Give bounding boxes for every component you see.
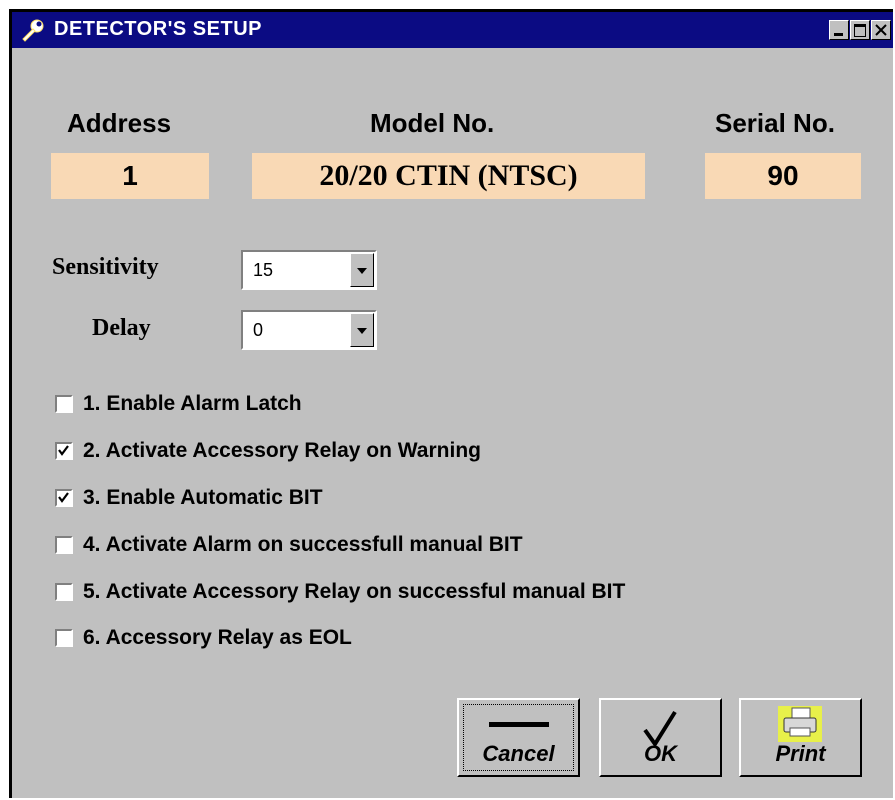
sensitivity-value: 15 <box>253 260 274 280</box>
option-label: 1. Enable Alarm Latch <box>83 392 302 415</box>
model-value: 20/20 CTIN (NTSC) <box>252 153 645 199</box>
printer-icon <box>778 706 822 742</box>
ok-button[interactable]: OK <box>599 698 722 777</box>
window-title: DETECTOR'S SETUP <box>54 18 262 40</box>
serial-label: Serial No. <box>715 108 835 138</box>
option-label: 4. Activate Alarm on successfull manual … <box>83 533 523 556</box>
cancel-label: Cancel <box>482 741 555 766</box>
title-bar[interactable]: DETECTOR'S SETUP <box>12 12 893 48</box>
option-checkbox[interactable] <box>55 536 73 554</box>
delay-value: 0 <box>253 320 264 340</box>
option-label: 6. Accessory Relay as EOL <box>83 626 352 649</box>
print-button[interactable]: Print <box>739 698 862 777</box>
minimize-button[interactable] <box>829 20 849 40</box>
minus-icon <box>489 722 549 727</box>
sensitivity-select[interactable]: 15 <box>241 250 377 290</box>
option-label: 5. Activate Accessory Relay on successfu… <box>83 580 626 603</box>
delay-label: Delay <box>92 315 151 341</box>
option-row[interactable]: 4. Activate Alarm on successfull manual … <box>55 531 523 559</box>
detector-setup-window: DETECTOR'S SETUP Address Model No. Seria… <box>9 9 893 798</box>
option-label: 2. Activate Accessory Relay on Warning <box>83 439 481 462</box>
ok-label: OK <box>644 741 677 766</box>
option-row[interactable]: 3. Enable Automatic BIT <box>55 484 323 512</box>
chevron-down-icon[interactable] <box>350 253 374 287</box>
option-checkbox[interactable] <box>55 583 73 601</box>
delay-select[interactable]: 0 <box>241 310 377 350</box>
option-checkbox[interactable] <box>55 442 73 460</box>
option-checkbox[interactable] <box>55 489 73 507</box>
serial-value: 90 <box>705 153 861 199</box>
checkmark-icon <box>58 445 69 456</box>
option-row[interactable]: 6. Accessory Relay as EOL <box>55 624 352 652</box>
option-label: 3. Enable Automatic BIT <box>83 486 323 509</box>
option-checkbox[interactable] <box>55 395 73 413</box>
option-row[interactable]: 5. Activate Accessory Relay on successfu… <box>55 578 625 606</box>
chevron-down-icon[interactable] <box>350 313 374 347</box>
wrench-icon <box>22 19 44 42</box>
print-label: Print <box>775 741 826 766</box>
sensitivity-label: Sensitivity <box>52 254 159 280</box>
checkmark-icon <box>58 492 69 503</box>
close-button[interactable] <box>871 20 891 40</box>
maximize-button[interactable] <box>850 20 870 40</box>
option-checkbox[interactable] <box>55 629 73 647</box>
option-row[interactable]: 1. Enable Alarm Latch <box>55 390 302 418</box>
cancel-button[interactable]: Cancel <box>457 698 580 777</box>
address-label: Address <box>67 108 172 138</box>
address-value: 1 <box>51 153 209 199</box>
option-row[interactable]: 2. Activate Accessory Relay on Warning <box>55 437 481 465</box>
model-label: Model No. <box>370 108 495 138</box>
close-icon <box>875 24 887 36</box>
